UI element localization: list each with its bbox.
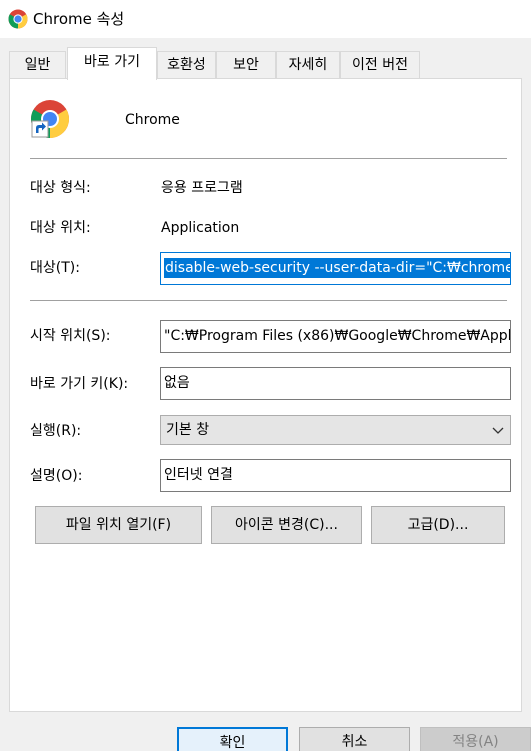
tab-details[interactable]: 자세히 <box>276 51 340 78</box>
app-name: Chrome <box>125 112 180 128</box>
tab-strip: 일반 바로 가기 호환성 보안 자세히 이전 버전 <box>0 0 531 80</box>
divider <box>30 300 507 301</box>
tab-general[interactable]: 일반 <box>9 51 66 78</box>
tab-previous-versions[interactable]: 이전 버전 <box>340 51 420 78</box>
change-icon-button[interactable]: 아이콘 변경(C)... <box>211 506 362 544</box>
advanced-button[interactable]: 고급(D)... <box>371 506 505 544</box>
target-type-value: 응용 프로그램 <box>161 180 243 196</box>
run-label: 실행(R): <box>30 423 82 439</box>
start-in-input[interactable]: "C:₩Program Files (x86)₩Google₩Chrome₩Ap… <box>160 320 511 353</box>
target-input[interactable]: disable-web-security --user-data-dir="C:… <box>160 252 511 285</box>
comment-input[interactable]: 인터넷 연결 <box>160 459 511 492</box>
chevron-down-icon <box>492 427 504 434</box>
shortcut-key-label: 바로 가기 키(K): <box>30 376 129 392</box>
comment-label: 설명(O): <box>30 468 83 484</box>
apply-button[interactable]: 적용(A) <box>420 727 531 751</box>
target-type-label: 대상 형식: <box>30 180 91 196</box>
tab-compatibility[interactable]: 호환성 <box>157 51 216 78</box>
cancel-button[interactable]: 취소 <box>299 727 410 751</box>
target-label: 대상(T): <box>30 260 80 276</box>
target-location-label: 대상 위치: <box>30 220 91 236</box>
open-file-location-button[interactable]: 파일 위치 열기(F) <box>35 506 202 544</box>
run-select-value: 기본 창 <box>166 422 210 438</box>
tab-shortcut[interactable]: 바로 가기 <box>67 47 157 80</box>
divider <box>30 158 507 159</box>
target-location-value: Application <box>161 220 240 236</box>
chrome-icon <box>31 100 69 138</box>
shortcut-arrow-icon <box>31 120 49 138</box>
tab-security[interactable]: 보안 <box>216 51 276 78</box>
run-select[interactable]: 기본 창 <box>160 415 511 445</box>
target-input-selection: disable-web-security --user-data-dir="C:… <box>164 258 510 278</box>
start-in-label: 시작 위치(S): <box>30 328 111 344</box>
shortcut-key-input[interactable]: 없음 <box>160 367 511 400</box>
ok-button[interactable]: 확인 <box>177 727 288 751</box>
